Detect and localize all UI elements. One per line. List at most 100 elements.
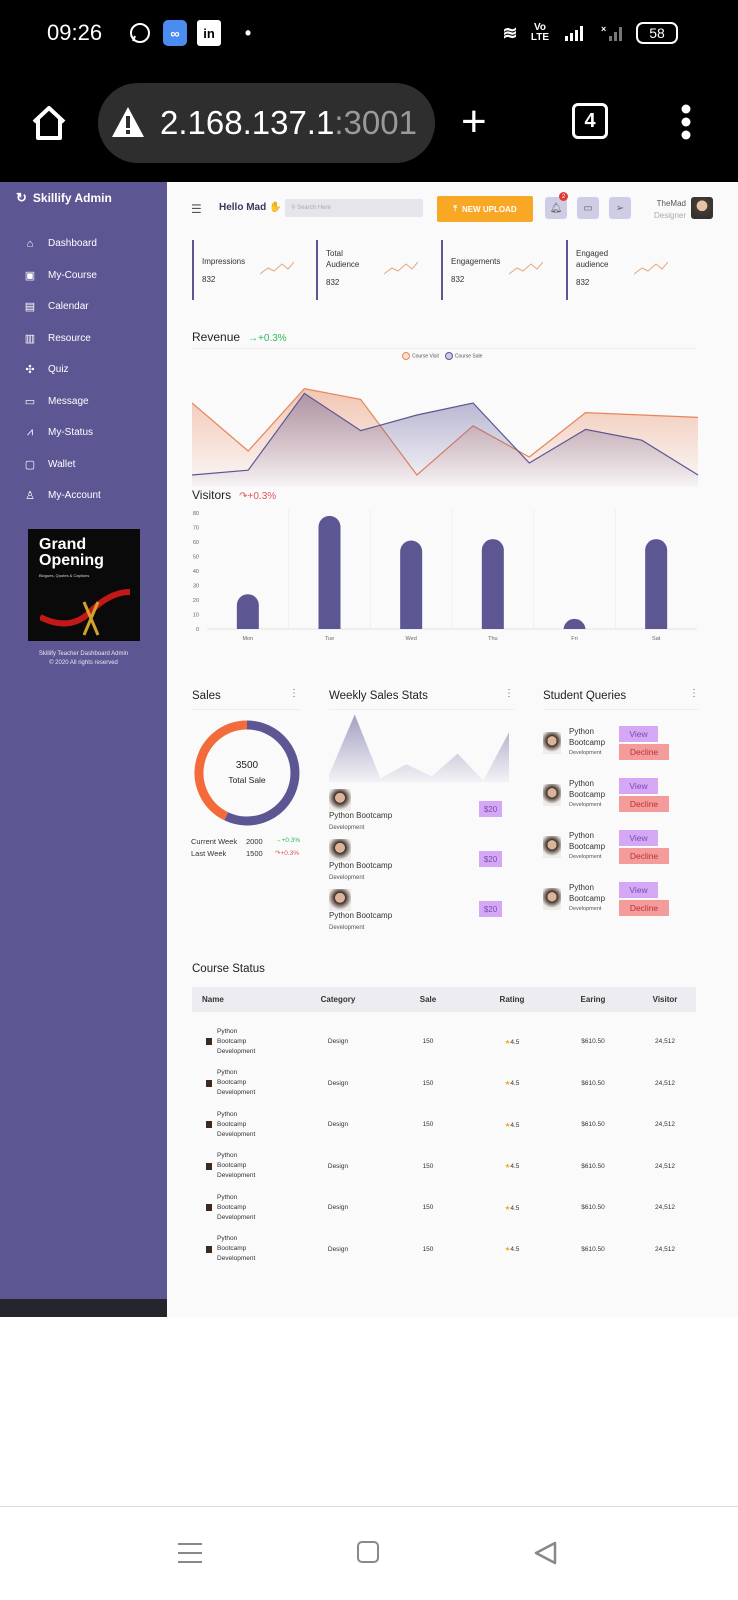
weekly-title: Weekly Sales Stats <box>329 690 428 702</box>
user-icon: ♙ <box>25 490 35 503</box>
course-name: Python Bootcamp <box>329 811 393 820</box>
search-placeholder: Search Here <box>297 205 331 211</box>
plus-icon[interactable]: + <box>461 100 487 144</box>
table-row[interactable]: Python Bootcamp Development Design 150 ★4.5 $6… <box>192 1187 696 1229</box>
tabs-icon[interactable]: 4 <box>572 103 608 139</box>
stat-card-engaged-audience: Engaged audience 832 <box>566 240 691 300</box>
rating-cell: ★4.5 <box>472 1245 552 1253</box>
sidebar-item-calendar[interactable]: ▤ Calendar <box>24 291 101 323</box>
y-tick-label: 60 <box>193 540 199 546</box>
x-tick-label: Mon <box>242 636 253 642</box>
back-icon[interactable] <box>533 1541 557 1570</box>
course-thumbnail <box>206 1038 212 1046</box>
view-button[interactable]: View <box>619 726 658 742</box>
bar-fri[interactable] <box>563 618 586 630</box>
promo-title-2: Opening <box>39 552 104 569</box>
search-input[interactable]: ⚲ Search Here <box>285 199 423 217</box>
messages-button[interactable]: ▭ <box>577 197 599 219</box>
column-header[interactable]: Visitor <box>634 995 696 1004</box>
table-row[interactable]: Python Bootcamp Development Design 150 ★4.5 $6… <box>192 1063 696 1105</box>
bar-sat[interactable] <box>645 539 668 629</box>
legend-item[interactable]: Course Sale <box>444 352 483 360</box>
clock: 09:26 <box>47 20 103 45</box>
column-header[interactable]: Earing <box>552 995 634 1004</box>
course-name-line-2: Bootcamp <box>217 1037 247 1045</box>
dot-icon: • <box>244 22 252 43</box>
column-header[interactable]: Sale <box>384 995 472 1004</box>
bar-wed[interactable] <box>400 540 423 629</box>
notification-badge: 2 <box>559 192 568 201</box>
copyright-line-2: © 2020 All rights reserved <box>49 660 118 666</box>
bar-tue[interactable] <box>318 515 341 629</box>
sidebar-item-wallet[interactable]: ▢ Wallet <box>24 449 101 481</box>
stat-label: Impressions <box>202 257 246 266</box>
sidebar-item-my-course[interactable]: ▣ My-Course <box>24 260 101 292</box>
list-item[interactable]: Python Bootcamp Development $20 <box>329 839 502 887</box>
sidebar-item-message[interactable]: ▭ Message <box>24 386 101 418</box>
legend-item[interactable]: Course Visit <box>402 352 439 360</box>
course-name-line-2: Bootcamp <box>217 1245 247 1253</box>
bar-thu[interactable] <box>481 539 504 629</box>
earing-cell: $610.50 <box>581 1162 605 1170</box>
weekly-menu-icon[interactable]: ⋮ <box>504 688 514 699</box>
view-button[interactable]: View <box>619 882 658 898</box>
y-tick-label: 40 <box>193 569 199 575</box>
sidebar-item-my-account[interactable]: ♙ My-Account <box>24 480 101 512</box>
x-tick-label: Fri <box>571 636 577 642</box>
notifications-button[interactable]: 🔔︎ 2 <box>545 192 568 219</box>
more-icon[interactable] <box>680 104 692 145</box>
brand[interactable]: ↻ Skillify Admin <box>16 190 112 206</box>
home-square-icon[interactable] <box>357 1541 379 1563</box>
recent-apps-icon[interactable] <box>178 1541 202 1570</box>
menu-icon[interactable]: ☰ <box>191 202 202 216</box>
list-item[interactable]: Python Bootcamp Development $20 <box>329 889 502 937</box>
column-header[interactable]: Name <box>192 995 292 1004</box>
sidebar-item-resource[interactable]: ▥ Resource <box>24 323 101 355</box>
column-header[interactable]: Rating <box>472 995 552 1004</box>
course-thumbnail <box>329 889 351 911</box>
home-icon[interactable] <box>30 104 68 147</box>
sales-row-delta: ↷+0.3% <box>275 850 300 857</box>
queries-menu-icon[interactable]: ⋮ <box>689 688 699 699</box>
url-field[interactable]: 2.168.137.1:3001 <box>98 83 435 163</box>
course-name-line-3: Development <box>217 1089 256 1097</box>
decline-button[interactable]: Decline <box>619 744 669 760</box>
promo-banner[interactable]: Grand Opening Blogues, Quotes & Captions <box>28 529 140 641</box>
course-name-line-3: Development <box>217 1047 256 1055</box>
sales-row-delta-value: +0.3% <box>281 837 301 844</box>
sidebar-item-my-status[interactable]: ⩘ My-Status <box>24 417 101 449</box>
course-name: Python Bootcamp Development <box>217 1027 255 1057</box>
query-course: Python Bootcamp <box>569 778 605 800</box>
message-icon: ▭ <box>24 395 36 408</box>
category-cell: Design <box>327 1079 349 1087</box>
sidebar-item-dashboard[interactable]: ⌂ Dashboard <box>24 228 101 260</box>
course-thumbnail <box>206 1079 212 1087</box>
visitors-title: Visitors ↷+0.3% <box>192 488 276 502</box>
table-row[interactable]: Python Bootcamp Development Design 150 ★4.5 $6… <box>192 1104 696 1146</box>
bar-mon[interactable] <box>236 594 259 629</box>
sales-menu-icon[interactable]: ⋮ <box>289 688 299 699</box>
stat-label: Total Audience <box>326 249 360 269</box>
course-name: Python Bootcamp <box>329 911 393 920</box>
book-icon: ▥ <box>24 332 36 345</box>
list-item[interactable]: Python Bootcamp Development $20 <box>329 789 502 837</box>
table-row[interactable]: Python Bootcamp Development Design 150 ★4.5 $6… <box>192 1146 696 1188</box>
table-row[interactable]: Python Bootcamp Development Design 150 ★4.5 $6… <box>192 1021 696 1063</box>
rating-cell: ★4.5 <box>472 1121 552 1129</box>
user-info[interactable]: TheMad Designer <box>648 198 686 222</box>
new-upload-button[interactable]: ⤒ NEW UPLOAD <box>437 196 533 222</box>
column-header[interactable]: Category <box>292 995 384 1004</box>
legend-label: Course Sale <box>454 353 483 360</box>
decline-button[interactable]: Decline <box>619 900 669 916</box>
earing-cell: $610.50 <box>581 1245 605 1253</box>
decline-button[interactable]: Decline <box>619 796 669 812</box>
view-button[interactable]: View <box>619 830 658 846</box>
avatar[interactable] <box>691 197 713 219</box>
decline-button[interactable]: Decline <box>619 848 669 864</box>
activity-button[interactable]: ➢ <box>609 197 631 219</box>
view-button[interactable]: View <box>619 778 658 794</box>
sidebar-item-quiz[interactable]: ✣ Quiz <box>24 354 101 386</box>
table-row[interactable]: Python Bootcamp Development Design 150 ★4.5 $6… <box>192 1229 696 1271</box>
queries-title: Student Queries <box>543 690 627 702</box>
sidebar-item-label: My-Account <box>48 490 101 502</box>
